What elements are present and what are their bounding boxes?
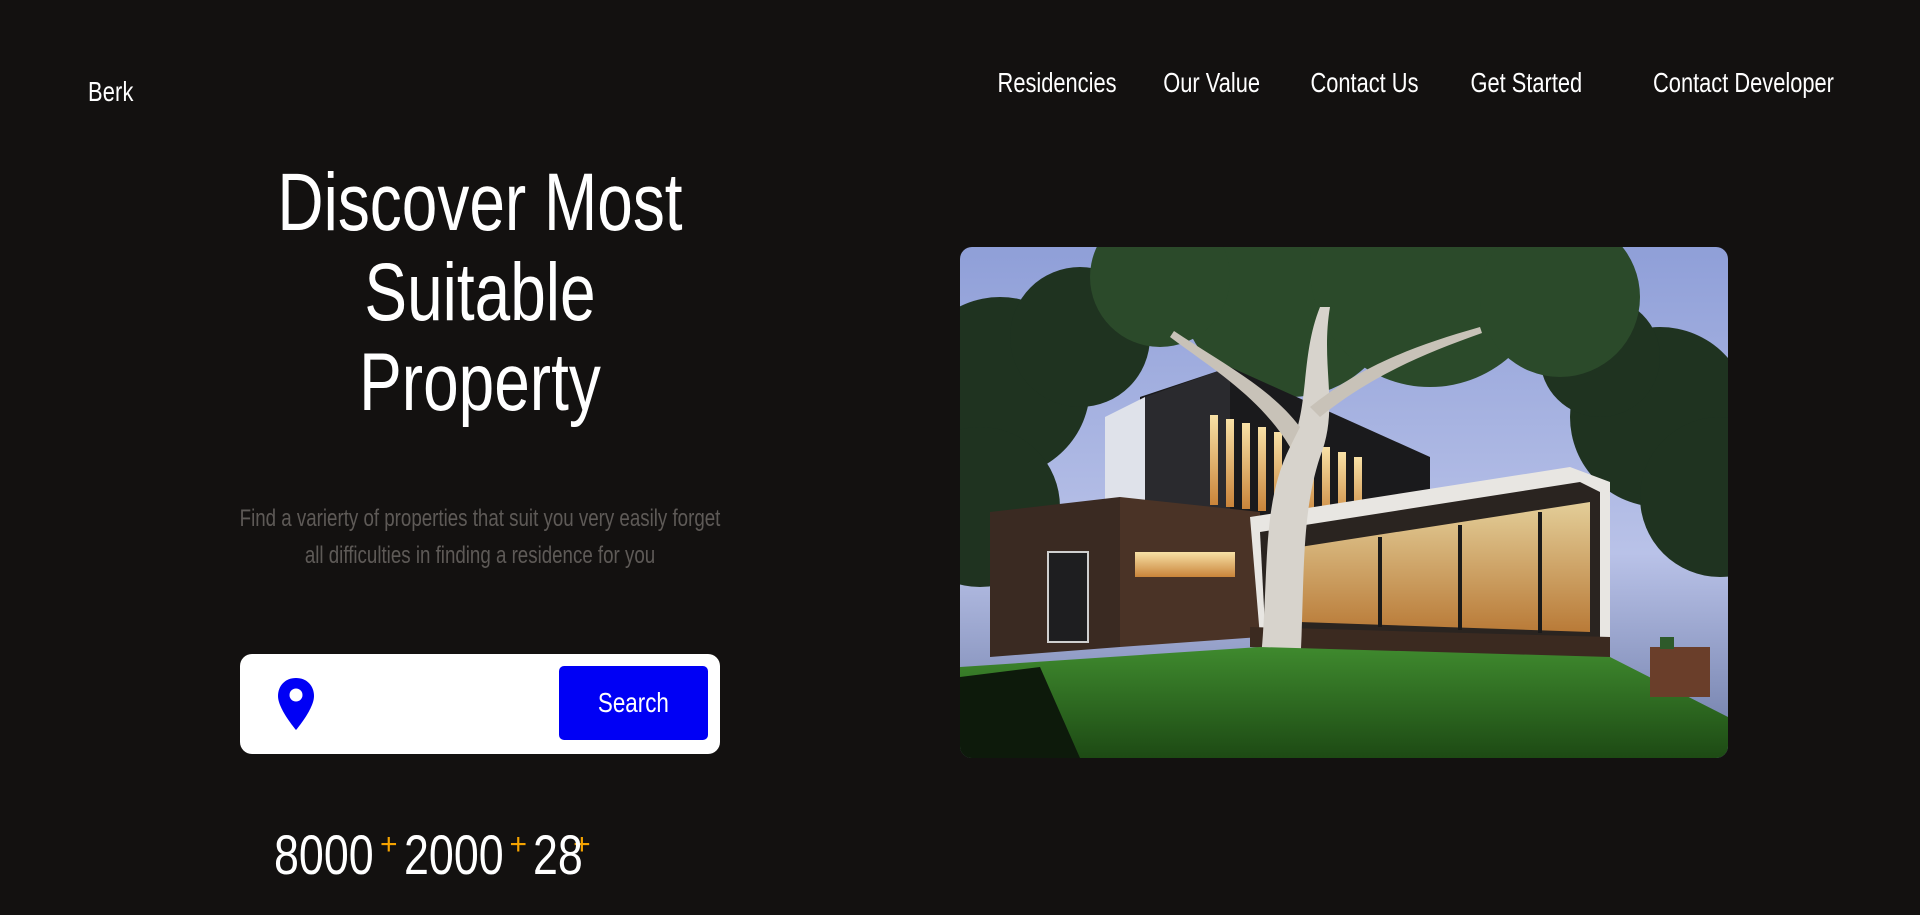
search-button[interactable]: Search xyxy=(559,666,708,740)
stat-value: 2000 xyxy=(403,823,504,886)
house-photo xyxy=(960,247,1728,758)
nav-contact-us[interactable]: Contact Us xyxy=(1311,67,1419,99)
stats-row: 8000 + 2000 + 28 + xyxy=(274,822,597,888)
search-button-label: Search xyxy=(598,687,669,718)
hero-image xyxy=(960,247,1728,758)
stat-plus: + xyxy=(509,828,528,861)
hero-title: Discover Most Suitable Property xyxy=(180,158,780,428)
main-nav: Residencies Our Value Contact Us Get Sta… xyxy=(964,67,1834,99)
hero-title-line-3: Property xyxy=(359,337,601,428)
stat-value: 8000 xyxy=(274,823,374,886)
hero-subtitle-line-2: all difficulties in finding a residence … xyxy=(304,542,656,569)
hero-subtitle-line-1: Find a varierty of properties that suit … xyxy=(239,505,721,532)
nav-get-started[interactable]: Get Started xyxy=(1470,67,1582,99)
search-input[interactable] xyxy=(332,678,572,730)
nav-residencies[interactable]: Residencies xyxy=(997,67,1116,99)
stat-value: 28 xyxy=(533,823,583,886)
nav-contact-developer[interactable]: Contact Developer xyxy=(1653,67,1834,99)
hero-title-line-1: Discover Most xyxy=(277,157,683,248)
stat-item: 28 + xyxy=(533,822,591,888)
hero-title-line-2: Suitable xyxy=(364,247,596,338)
landing-page: Berk Residencies Our Value Contact Us Ge… xyxy=(0,0,1920,915)
stat-plus: + xyxy=(380,828,398,861)
stat-item: 8000 + xyxy=(274,822,398,888)
location-pin-icon xyxy=(278,678,314,730)
hero-subtitle: Find a varierty of properties that suit … xyxy=(160,500,800,574)
stat-item: 2000 + xyxy=(404,822,528,888)
nav-our-value[interactable]: Our Value xyxy=(1164,67,1261,99)
search-bar: Search xyxy=(240,654,720,754)
logo[interactable]: Berk xyxy=(88,76,134,108)
